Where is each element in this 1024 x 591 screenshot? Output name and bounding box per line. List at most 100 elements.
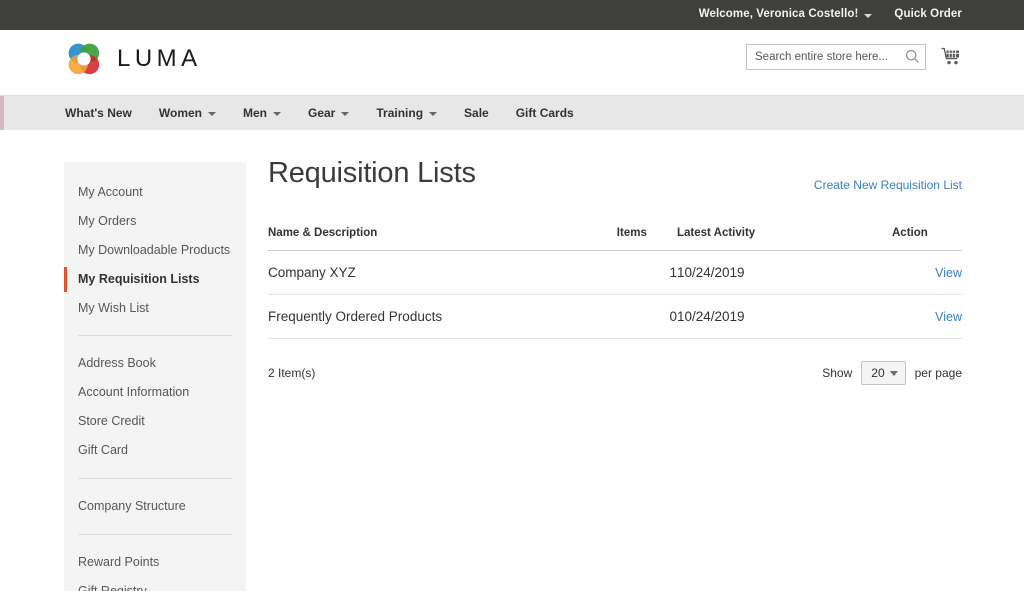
sidebar-item-my-orders[interactable]: My Orders xyxy=(64,207,246,236)
cell-list-name: Company XYZ xyxy=(268,251,617,295)
per-page-label: per page xyxy=(915,366,962,380)
sidebar-item-gift-card[interactable]: Gift Card xyxy=(64,436,246,465)
sidebar-item-label: Store Credit xyxy=(78,414,145,428)
sidebar-item-label: Reward Points xyxy=(78,555,159,569)
nav-item-label: Training xyxy=(376,106,423,120)
sidebar-item-label: My Account xyxy=(78,185,143,199)
nav-item-label: Men xyxy=(243,106,267,120)
chevron-down-icon xyxy=(341,112,349,116)
sidebar-item-label: Gift Registry xyxy=(78,584,147,591)
nav-item-men[interactable]: Men xyxy=(243,106,281,120)
page-content: My Account My Orders My Downloadable Pro… xyxy=(0,130,1024,591)
show-label: Show xyxy=(822,366,852,380)
sidebar-item-label: My Wish List xyxy=(78,301,149,315)
cell-latest-activity: 10/24/2019 xyxy=(677,251,892,295)
per-page-select[interactable]: 20 xyxy=(861,361,905,385)
table-header-row: Name & Description Items Latest Activity… xyxy=(268,227,962,251)
per-page-limiter: Show 20 per page xyxy=(822,361,962,385)
sidebar-item-label: My Downloadable Products xyxy=(78,243,230,257)
sidebar-group-account: My Account My Orders My Downloadable Pro… xyxy=(64,174,246,326)
luma-flower-logo-icon xyxy=(65,40,103,78)
table-row: Frequently Ordered Products 0 10/24/2019… xyxy=(268,295,962,339)
column-header-action: Action xyxy=(892,227,962,251)
create-new-requisition-list-link[interactable]: Create New Requisition List xyxy=(814,178,962,192)
page-root: Welcome, Veronica Costello! Quick Order … xyxy=(0,0,1024,591)
main-navigation: What's New Women Men Gear Training Sale … xyxy=(0,95,1024,130)
sidebar-item-company-structure[interactable]: Company Structure xyxy=(64,492,246,521)
nav-item-label: Gift Cards xyxy=(516,106,574,120)
sidebar-item-my-requisition-lists[interactable]: My Requisition Lists xyxy=(64,265,246,294)
sidebar-item-my-wish-list[interactable]: My Wish List xyxy=(64,294,246,323)
table-header: Name & Description Items Latest Activity… xyxy=(268,227,962,251)
table-row: Company XYZ 1 10/24/2019 View xyxy=(268,251,962,295)
top-panel: Welcome, Veronica Costello! Quick Order xyxy=(0,0,1024,30)
cell-items-count: 1 xyxy=(617,251,677,295)
welcome-label: Welcome, Veronica Costello! xyxy=(699,9,859,21)
table-body: Company XYZ 1 10/24/2019 View Frequently… xyxy=(268,251,962,339)
nav-item-label: What's New xyxy=(65,106,132,120)
header-actions xyxy=(746,44,962,70)
column-header-items: Items xyxy=(617,227,677,251)
cell-action: View xyxy=(892,251,962,295)
sidebar-item-my-account[interactable]: My Account xyxy=(64,178,246,207)
search-icon[interactable] xyxy=(905,49,920,64)
sidebar-divider xyxy=(78,534,232,535)
sidebar-item-gift-registry[interactable]: Gift Registry xyxy=(64,577,246,591)
nav-item-label: Women xyxy=(159,106,202,120)
sidebar-item-store-credit[interactable]: Store Credit xyxy=(64,407,246,436)
cell-items-count: 0 xyxy=(617,295,677,339)
search-input[interactable] xyxy=(746,44,926,70)
account-sidebar: My Account My Orders My Downloadable Pro… xyxy=(64,162,246,591)
nav-item-whats-new[interactable]: What's New xyxy=(65,106,132,120)
sidebar-group-company: Company Structure xyxy=(64,488,246,525)
view-link[interactable]: View xyxy=(935,310,962,324)
logo[interactable]: LUMA xyxy=(65,40,202,78)
nav-item-gift-cards[interactable]: Gift Cards xyxy=(516,106,574,120)
nav-item-women[interactable]: Women xyxy=(159,106,216,120)
sidebar-item-label: My Requisition Lists xyxy=(78,272,200,286)
chevron-down-icon xyxy=(273,112,281,116)
nav-item-gear[interactable]: Gear xyxy=(308,106,349,120)
nav-left-accent xyxy=(0,96,4,130)
sidebar-item-my-downloadable-products[interactable]: My Downloadable Products xyxy=(64,236,246,265)
site-header: LUMA xyxy=(0,30,1024,95)
column-header-name: Name & Description xyxy=(268,227,617,251)
sidebar-divider xyxy=(78,335,232,336)
sidebar-item-reward-points[interactable]: Reward Points xyxy=(64,548,246,577)
sidebar-item-label: Gift Card xyxy=(78,443,128,457)
main-column: Requisition Lists Create New Requisition… xyxy=(246,162,1024,591)
requisition-lists-table: Name & Description Items Latest Activity… xyxy=(268,227,962,339)
sidebar-item-address-book[interactable]: Address Book xyxy=(64,349,246,378)
sidebar-group-details: Address Book Account Information Store C… xyxy=(64,345,246,469)
page-header: Requisition Lists Create New Requisition… xyxy=(268,158,962,192)
welcome-menu[interactable]: Welcome, Veronica Costello! xyxy=(699,9,873,21)
cell-latest-activity: 10/24/2019 xyxy=(677,295,892,339)
sidebar-item-label: Account Information xyxy=(78,385,189,399)
nav-item-sale[interactable]: Sale xyxy=(464,106,489,120)
nav-item-training[interactable]: Training xyxy=(376,106,437,120)
shopping-cart-icon[interactable] xyxy=(940,46,962,68)
sidebar-item-label: My Orders xyxy=(78,214,136,228)
quick-order-link[interactable]: Quick Order xyxy=(894,9,962,21)
sidebar-group-extras: Reward Points Gift Registry My Product R… xyxy=(64,544,246,591)
logo-text: LUMA xyxy=(117,45,202,73)
nav-item-label: Sale xyxy=(464,106,489,120)
chevron-down-icon xyxy=(208,112,216,116)
page-title: Requisition Lists xyxy=(268,158,476,190)
table-toolbar: 2 Item(s) Show 20 per page xyxy=(268,361,962,385)
item-count-label: 2 Item(s) xyxy=(268,366,315,380)
view-link[interactable]: View xyxy=(935,266,962,280)
sidebar-item-label: Company Structure xyxy=(78,499,186,513)
cell-action: View xyxy=(892,295,962,339)
cell-list-name: Frequently Ordered Products xyxy=(268,295,617,339)
sidebar-item-label: Address Book xyxy=(78,356,156,370)
search-box xyxy=(746,44,926,70)
chevron-down-icon xyxy=(864,14,872,18)
column-header-latest-activity: Latest Activity xyxy=(677,227,892,251)
chevron-down-icon xyxy=(429,112,437,116)
sidebar-divider xyxy=(78,478,232,479)
nav-item-label: Gear xyxy=(308,106,335,120)
sidebar-item-account-information[interactable]: Account Information xyxy=(64,378,246,407)
chevron-down-icon xyxy=(890,371,898,376)
per-page-value: 20 xyxy=(871,366,884,380)
